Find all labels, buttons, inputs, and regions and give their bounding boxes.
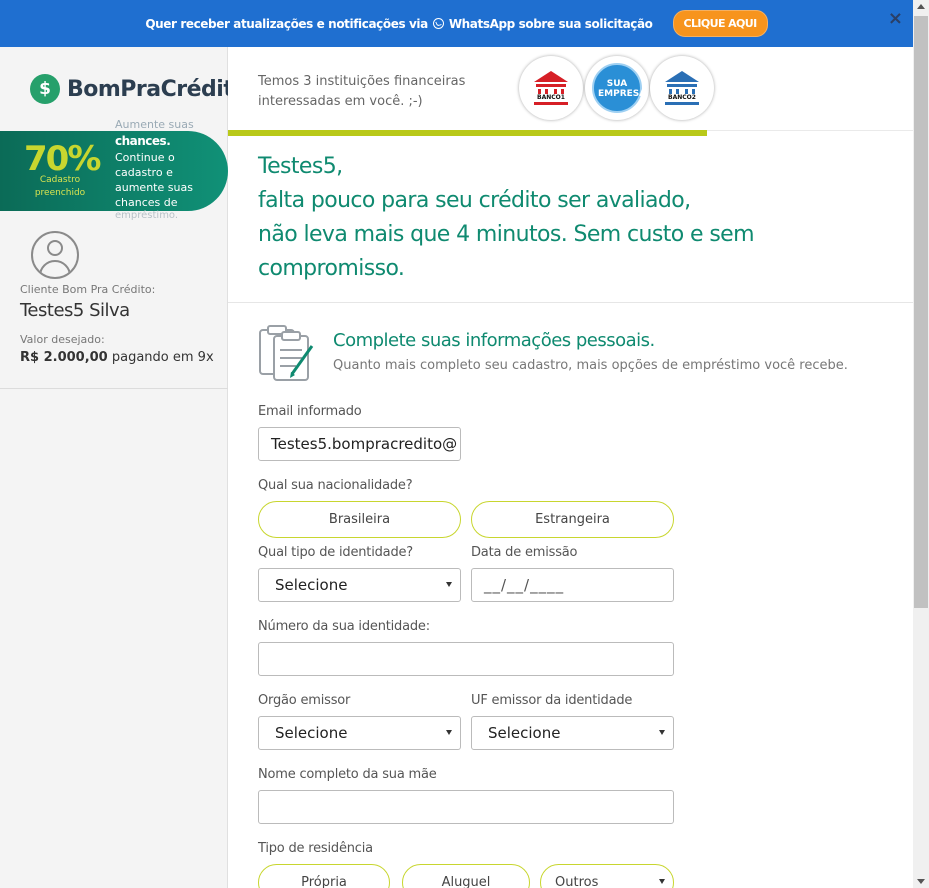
page-headline: Testes5, falta pouco para seu crédito se…	[258, 150, 778, 286]
residence-outros-select[interactable]: Outros	[540, 864, 674, 888]
whatsapp-icon	[432, 18, 444, 29]
residence-propria-button[interactable]: Própria	[258, 864, 390, 888]
banner-message: Quer receber atualizações e notificações…	[145, 16, 653, 31]
scroll-down-icon[interactable]	[917, 879, 925, 884]
loan-amount-value: R$ 2.000,00	[20, 350, 108, 365]
loan-amount: R$ 2.000,00 pagando em 9x	[20, 350, 214, 365]
progress-caption: Cadastro preenchido	[34, 175, 86, 198]
bank-building-icon	[665, 71, 699, 105]
progress-faded-line: Aumente suas	[115, 118, 194, 131]
scroll-up-icon[interactable]	[917, 4, 925, 9]
headline-line-1: Testes5,	[258, 154, 343, 179]
residence-outros-value: Outros	[555, 875, 599, 888]
chevron-down-icon	[446, 730, 452, 735]
banner-text-before: Quer receber atualizações e notificações…	[145, 16, 428, 31]
bank2-logo: BANCO2	[650, 56, 714, 120]
vertical-scrollbar[interactable]	[913, 0, 929, 888]
logo[interactable]: $ BomPraCrédito	[30, 74, 228, 104]
issue-date-label: Data de emissão	[471, 545, 578, 560]
dollar-logo-icon: $	[30, 74, 60, 104]
close-banner-icon[interactable]: ×	[888, 10, 903, 28]
section-title: Complete suas informações pessoais.	[333, 330, 655, 351]
user-avatar-icon	[31, 231, 79, 279]
your-company-logo: SUA EMPRESA	[585, 56, 649, 120]
headline-line-3: não leva mais que 4 minutos. Sem custo e…	[258, 222, 755, 247]
clipboard-icon	[259, 325, 314, 381]
your-company-label: SUA EMPRESA	[598, 79, 647, 99]
bank1-label: BANCO1	[526, 94, 576, 101]
progress-strong-line: chances.	[115, 134, 171, 148]
bank-building-icon	[534, 71, 568, 105]
issuer-select[interactable]: Selecione	[258, 716, 461, 750]
chevron-down-icon	[446, 582, 452, 587]
logo-text: BomPraCrédito	[67, 76, 228, 102]
id-type-label: Qual tipo de identidade?	[258, 545, 413, 560]
institutions-header: Temos 3 instituições financeiras interes…	[228, 47, 913, 131]
section-divider	[228, 302, 913, 303]
chevron-down-icon	[659, 730, 665, 735]
section-subtitle: Quanto mais completo seu cadastro, mais …	[333, 358, 848, 373]
headline-line-2: falta pouco para seu crédito ser avaliad…	[258, 188, 691, 213]
bank1-logo: BANCO1	[519, 56, 583, 120]
uf-label: UF emissor da identidade	[471, 693, 633, 708]
form-progress-bar	[228, 130, 707, 136]
nationality-label: Qual sua nacionalidade?	[258, 478, 413, 493]
progress-faded-tail: empréstimo.	[115, 210, 179, 221]
id-number-field[interactable]	[258, 642, 674, 676]
residence-type-label: Tipo de residência	[258, 841, 373, 856]
nationality-estrangeira-button[interactable]: Estrangeira	[471, 501, 674, 538]
email-label: Email informado	[258, 404, 362, 419]
nationality-brasileira-button[interactable]: Brasileira	[258, 501, 461, 538]
sidebar: $ BomPraCrédito 70% Cadastro preenchido …	[0, 47, 228, 888]
email-field[interactable]: Testes5.bompracredito@	[258, 427, 461, 461]
loan-terms: pagando em 9x	[111, 350, 214, 365]
id-number-label: Número da sua identidade:	[258, 619, 430, 634]
progress-body: Continue o cadastro e aumente suas chanc…	[115, 151, 193, 209]
bank2-label: BANCO2	[657, 94, 707, 101]
client-name: Testes5 Silva	[20, 300, 130, 321]
sidebar-divider	[0, 388, 228, 389]
headline-line-4: compromisso.	[258, 256, 405, 281]
issue-date-field[interactable]: __/__/____	[471, 568, 674, 602]
uf-select[interactable]: Selecione	[471, 716, 674, 750]
progress-card: 70% Cadastro preenchido Aumente suas cha…	[0, 119, 228, 221]
issuer-value: Selecione	[275, 724, 348, 742]
client-label: Cliente Bom Pra Crédito:	[20, 283, 156, 296]
page: Quer receber atualizações e notificações…	[0, 0, 929, 888]
scroll-thumb[interactable]	[914, 16, 928, 608]
issuer-label: Orgão emissor	[258, 693, 351, 708]
progress-percent: 70%	[24, 139, 101, 179]
mother-name-label: Nome completo da sua mãe	[258, 767, 437, 782]
loan-amount-label: Valor desejado:	[20, 333, 105, 346]
institutions-text: Temos 3 instituições financeiras interes…	[258, 74, 466, 109]
issue-date-mask: __/__/____	[484, 576, 565, 594]
id-type-value: Selecione	[275, 576, 348, 594]
whatsapp-banner: Quer receber atualizações e notificações…	[0, 0, 913, 47]
mother-name-field[interactable]	[258, 790, 674, 824]
click-here-button[interactable]: CLIQUE AQUI	[672, 10, 768, 37]
uf-value: Selecione	[488, 724, 561, 742]
banner-text-after: WhatsApp sobre sua solicitação	[448, 16, 653, 31]
id-type-select[interactable]: Selecione	[258, 568, 461, 602]
residence-aluguel-button[interactable]: Aluguel	[402, 864, 530, 888]
chevron-down-icon	[659, 879, 665, 884]
